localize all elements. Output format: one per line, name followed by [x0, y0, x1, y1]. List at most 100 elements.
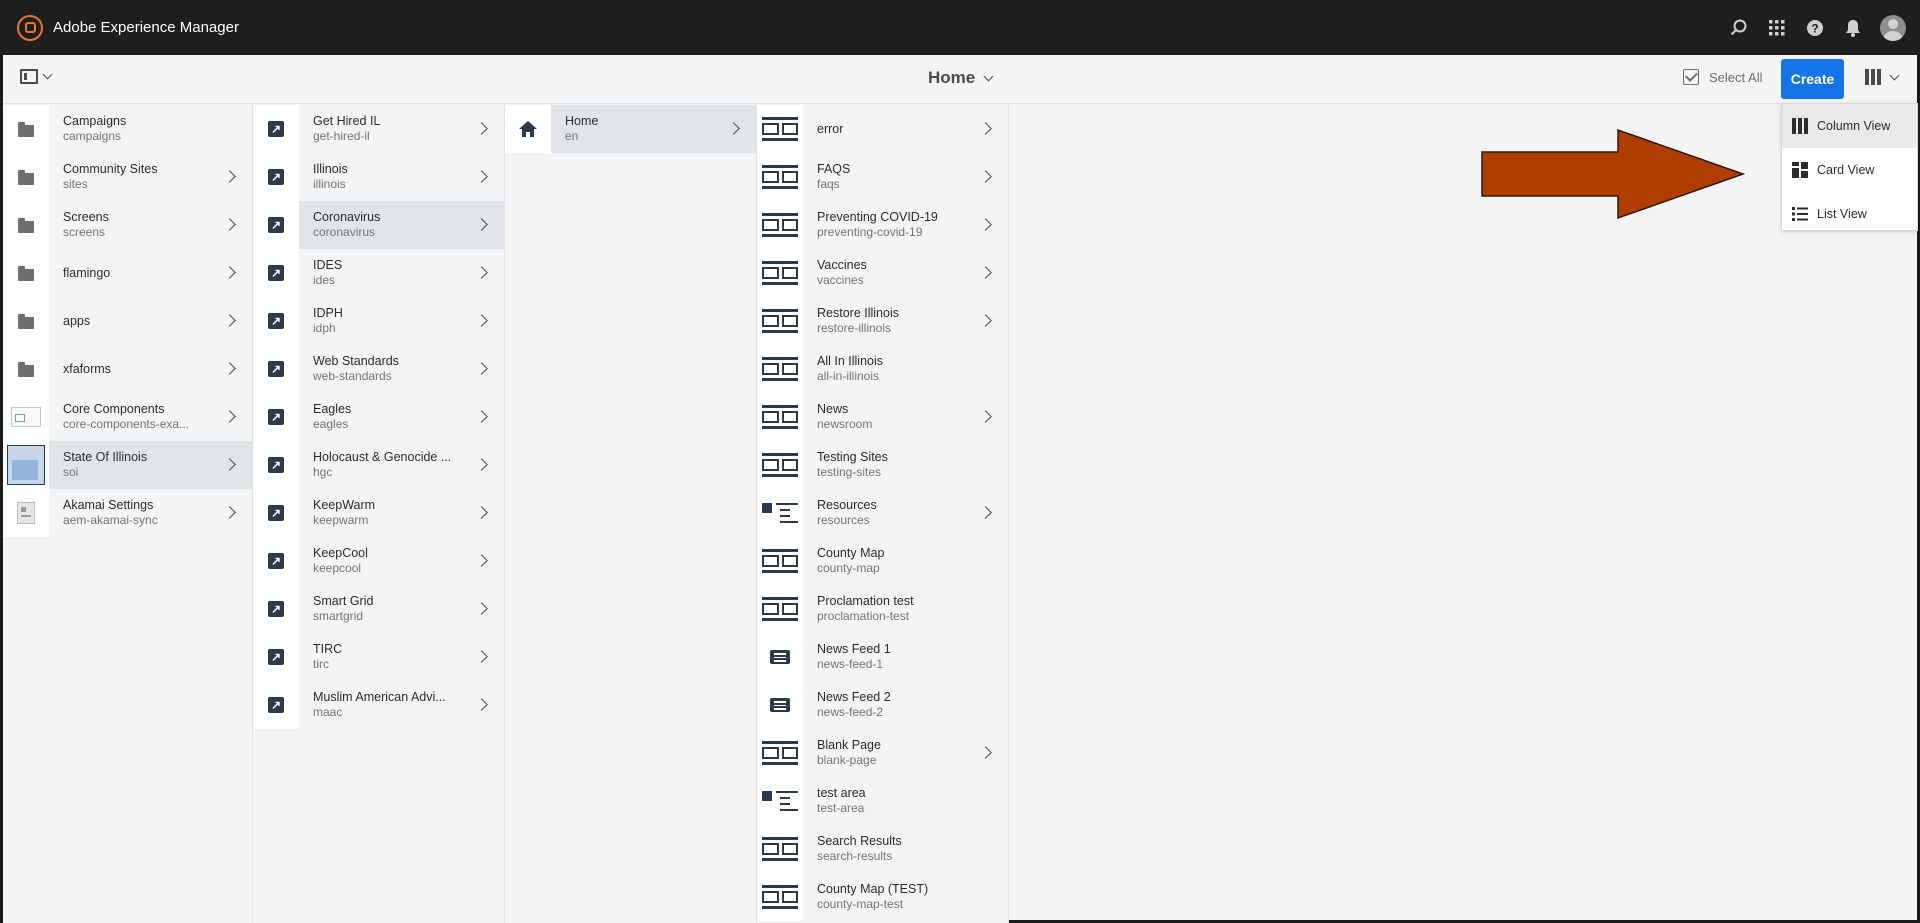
bell-icon[interactable] — [1834, 9, 1872, 47]
list-item[interactable]: ↗ Web Standards web-standards — [253, 345, 504, 393]
list-item[interactable]: ↗ Holocaust & Genocide ... hgc — [253, 441, 504, 489]
list-item[interactable]: xfaforms — [3, 345, 252, 393]
chevron-right-icon[interactable] — [475, 218, 488, 231]
list-item[interactable]: ↗ Get Hired IL get-hired-il — [253, 105, 504, 153]
list-item[interactable]: State Of Illinois soi — [3, 441, 252, 489]
list-view-option[interactable]: List View — [1782, 192, 1917, 236]
list-item[interactable]: ↗ Muslim American Advi... maac — [253, 681, 504, 729]
chevron-right-icon[interactable] — [979, 746, 992, 759]
chevron-right-icon[interactable] — [223, 314, 236, 327]
list-item[interactable]: All In Illinois all-in-illinois — [757, 345, 1008, 393]
list-item[interactable]: Core Components core-components-exa... — [3, 393, 252, 441]
chevron-right-icon[interactable] — [979, 314, 992, 327]
location-title-dropdown[interactable]: Home — [928, 68, 994, 88]
item-text: Campaigns campaigns — [63, 114, 213, 144]
list-item[interactable]: ↗ IDPH idph — [253, 297, 504, 345]
search-icon[interactable] — [1720, 9, 1758, 47]
chevron-right-icon[interactable] — [223, 170, 236, 183]
item-text: County Map county-map — [817, 546, 967, 576]
list-item[interactable]: ↗ TIRC tirc — [253, 633, 504, 681]
link-icon: ↗ — [253, 537, 299, 585]
list-item[interactable]: Akamai Settings aem-akamai-sync — [3, 489, 252, 537]
list-item[interactable]: News Feed 2 news-feed-2 — [757, 681, 1008, 729]
chevron-right-icon[interactable] — [223, 458, 236, 471]
list-item[interactable]: FAQS faqs — [757, 153, 1008, 201]
card-view-label: Card View — [1817, 163, 1875, 177]
chevron-right-icon[interactable] — [475, 650, 488, 663]
list-item[interactable]: Community Sites sites — [3, 153, 252, 201]
list-item[interactable]: flamingo — [3, 249, 252, 297]
list-item[interactable]: News Feed 1 news-feed-1 — [757, 633, 1008, 681]
list-item[interactable]: ↗ Coronavirus coronavirus — [253, 201, 504, 249]
item-text: Illinois illinois — [313, 162, 463, 192]
rail-toggle-button[interactable] — [20, 69, 53, 84]
list-item[interactable]: News newsroom — [757, 393, 1008, 441]
item-title: test area — [817, 786, 866, 800]
list-item[interactable]: apps — [3, 297, 252, 345]
chevron-right-icon[interactable] — [475, 170, 488, 183]
column-view-option[interactable]: Column View — [1782, 104, 1917, 148]
list-item[interactable]: County Map (TEST) county-map-test — [757, 873, 1008, 921]
list-item[interactable]: Screens screens — [3, 201, 252, 249]
list-item[interactable]: Blank Page blank-page — [757, 729, 1008, 777]
list-item[interactable]: Testing Sites testing-sites — [757, 441, 1008, 489]
chevron-right-icon[interactable] — [475, 410, 488, 423]
card-view-option[interactable]: Card View — [1782, 148, 1917, 192]
chevron-right-icon[interactable] — [223, 218, 236, 231]
item-title: Illinois — [313, 162, 348, 176]
item-text: Blank Page blank-page — [817, 738, 967, 768]
item-title: News Feed 2 — [817, 690, 891, 704]
list-item[interactable]: Restore Illinois restore-illinois — [757, 297, 1008, 345]
list-item[interactable]: test area test-area — [757, 777, 1008, 825]
chevron-right-icon[interactable] — [223, 506, 236, 519]
chevron-right-icon[interactable] — [979, 506, 992, 519]
list-item[interactable]: Search Results search-results — [757, 825, 1008, 873]
chevron-right-icon[interactable] — [223, 266, 236, 279]
select-all-button[interactable]: Select All — [1683, 69, 1762, 85]
chevron-right-icon[interactable] — [979, 266, 992, 279]
chevron-right-icon[interactable] — [223, 362, 236, 375]
list-item[interactable]: ↗ KeepWarm keepwarm — [253, 489, 504, 537]
chevron-right-icon[interactable] — [979, 170, 992, 183]
chevron-right-icon[interactable] — [979, 122, 992, 135]
chevron-right-icon[interactable] — [223, 410, 236, 423]
list-item[interactable]: ↗ Smart Grid smartgrid — [253, 585, 504, 633]
create-button[interactable]: Create — [1781, 59, 1844, 99]
chevron-right-icon[interactable] — [475, 554, 488, 567]
help-icon[interactable]: ? — [1796, 9, 1834, 47]
apps-grid-icon[interactable] — [1758, 9, 1796, 47]
list-item[interactable]: County Map county-map — [757, 537, 1008, 585]
chevron-right-icon[interactable] — [979, 410, 992, 423]
chevron-right-icon[interactable] — [475, 122, 488, 135]
list-item[interactable]: ↗ Illinois illinois — [253, 153, 504, 201]
list-item[interactable]: error — [757, 105, 1008, 153]
list-item[interactable]: Campaigns campaigns — [3, 105, 252, 153]
item-text: Testing Sites testing-sites — [817, 450, 967, 480]
list-item[interactable]: ↗ KeepCool keepcool — [253, 537, 504, 585]
avatar[interactable] — [1872, 9, 1910, 47]
app-title[interactable]: Adobe Experience Manager — [53, 19, 239, 36]
view-switcher-button[interactable] — [1865, 69, 1900, 85]
svg-text:?: ? — [1811, 21, 1818, 35]
chevron-right-icon[interactable] — [475, 314, 488, 327]
chevron-right-icon[interactable] — [475, 698, 488, 711]
chevron-right-icon[interactable] — [475, 602, 488, 615]
component-thumb-icon — [3, 393, 49, 441]
list-item[interactable]: Preventing COVID-19 preventing-covid-19 — [757, 201, 1008, 249]
chevron-right-icon[interactable] — [475, 266, 488, 279]
chevron-right-icon[interactable] — [475, 458, 488, 471]
list-item[interactable]: ↗ IDES ides — [253, 249, 504, 297]
list-item[interactable]: Proclamation test proclamation-test — [757, 585, 1008, 633]
chevron-right-icon[interactable] — [727, 122, 740, 135]
link-icon: ↗ — [253, 153, 299, 201]
item-path: get-hired-il — [313, 129, 370, 143]
chevron-right-icon[interactable] — [475, 506, 488, 519]
chevron-right-icon[interactable] — [979, 218, 992, 231]
folder-icon — [3, 201, 49, 249]
list-item[interactable]: ↗ Eagles eagles — [253, 393, 504, 441]
list-item[interactable]: Vaccines vaccines — [757, 249, 1008, 297]
aem-logo-icon[interactable] — [17, 14, 43, 41]
chevron-right-icon[interactable] — [475, 362, 488, 375]
list-item[interactable]: Home en — [505, 105, 756, 153]
list-item[interactable]: Resources resources — [757, 489, 1008, 537]
